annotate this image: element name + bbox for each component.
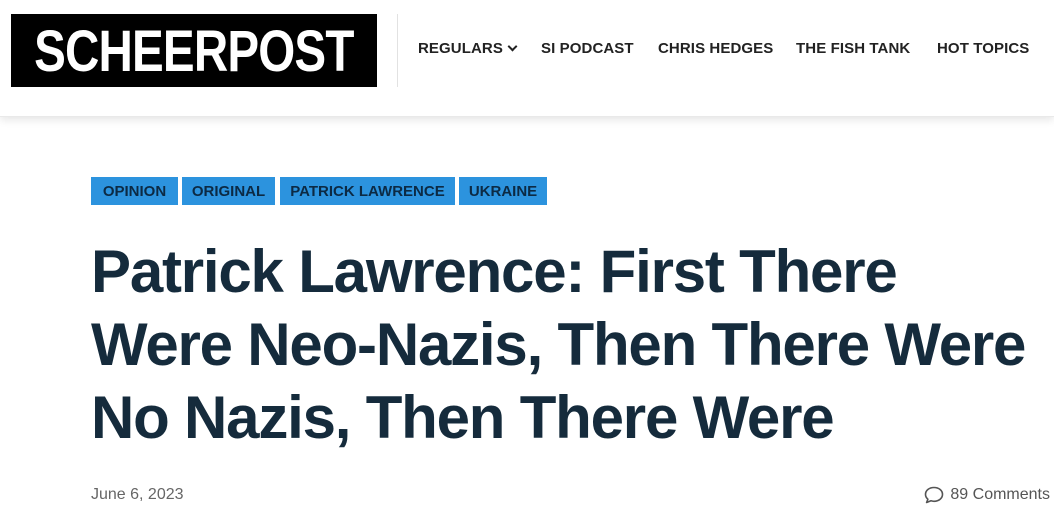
article-date: June 6, 2023	[91, 486, 184, 503]
nav-item-label: CHRIS HEDGES	[658, 40, 774, 57]
site-logo[interactable]: SCHEERPOST	[11, 14, 377, 87]
nav-item-the-fish-tank[interactable]: THE FISH TANK	[796, 40, 910, 57]
site-header: SCHEERPOST REGULARS SI PODCAST CHRIS HED…	[0, 0, 1054, 117]
nav-item-label: SI PODCAST	[541, 40, 634, 57]
nav-item-label: HOT TOPICS	[937, 40, 1030, 57]
comments-count: 89 Comments	[950, 486, 1050, 503]
chevron-down-icon	[507, 41, 518, 52]
tag-original[interactable]: ORIGINAL	[182, 177, 275, 205]
nav-item-chris-hedges[interactable]: CHRIS HEDGES	[658, 40, 773, 57]
nav-item-label: THE FISH TANK	[796, 40, 911, 57]
article-title: Patrick Lawrence: First There Were Neo-N…	[91, 238, 1026, 451]
tag-opinion[interactable]: OPINION	[91, 177, 178, 205]
nav-item-si-podcast[interactable]: SI PODCAST	[541, 40, 634, 57]
nav-item-label: REGULARS	[418, 40, 503, 57]
nav-item-hot-topics[interactable]: HOT TOPICS	[937, 40, 1029, 57]
tag-ukraine[interactable]: UKRAINE	[459, 177, 547, 205]
header-divider	[397, 14, 398, 87]
tag-patrick-lawrence[interactable]: PATRICK LAWRENCE	[280, 177, 455, 205]
comments-link[interactable]: 89 Comments	[924, 485, 1050, 505]
logo-text: SCHEERPOST	[34, 18, 354, 84]
comment-bubble-icon	[925, 486, 944, 504]
nav-item-regulars[interactable]: REGULARS	[418, 40, 518, 57]
